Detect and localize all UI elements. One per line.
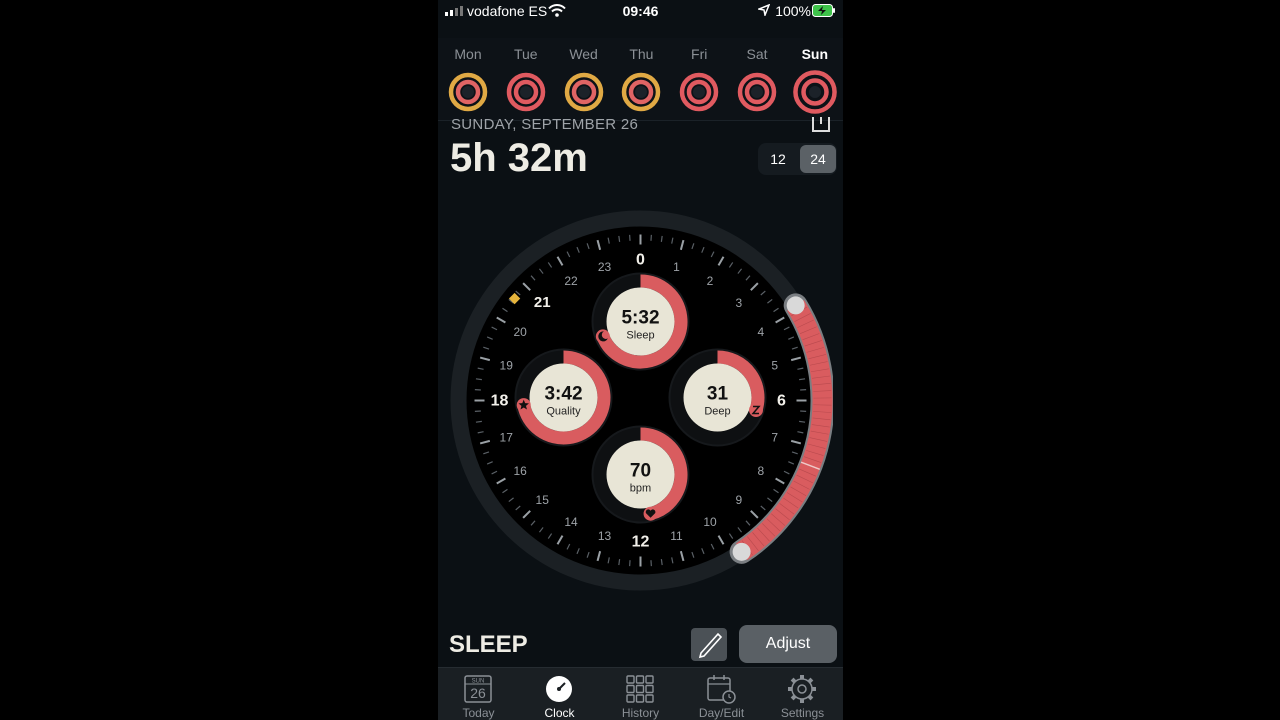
- sleep-stat[interactable]: 5:32Sleep: [591, 272, 690, 371]
- format-24h-option[interactable]: 24: [800, 145, 836, 173]
- day-fri[interactable]: Fri: [674, 46, 724, 115]
- day-label: Wed: [569, 46, 598, 62]
- hour-label: 6: [777, 393, 786, 410]
- day-mon[interactable]: Mon: [443, 46, 493, 115]
- day-label: Fri: [691, 46, 708, 62]
- section-title: SLEEP: [449, 631, 528, 658]
- quality-label: Quality: [546, 406, 581, 418]
- hour-label: 12: [632, 534, 650, 551]
- tab-day-edit[interactable]: Day/Edit: [681, 668, 762, 720]
- hour-label: 18: [491, 393, 509, 410]
- tab-bar: SUN 26 Today Clock History Day/Edit Sett…: [438, 667, 843, 720]
- today-badge-number: 26: [470, 685, 486, 701]
- day-rings: [448, 72, 488, 112]
- hour-label: 22: [564, 274, 578, 288]
- hour-label: 23: [598, 260, 612, 274]
- hour-label: 9: [735, 493, 742, 507]
- pencil-icon: [698, 632, 723, 659]
- hour-label: 19: [500, 359, 514, 373]
- today-badge-day: SUN: [472, 679, 485, 685]
- day-sun[interactable]: Sun: [790, 46, 840, 115]
- hour-label: 13: [598, 529, 612, 543]
- sleep-label: Sleep: [626, 330, 654, 342]
- calendar-edit-icon: [707, 675, 736, 704]
- moon-icon: [595, 329, 610, 344]
- edit-button[interactable]: [691, 628, 727, 661]
- tab-label: History: [621, 706, 660, 720]
- tab-label: Today: [462, 706, 495, 720]
- hour-label: 3: [735, 296, 742, 310]
- grid-icon: [626, 675, 654, 703]
- format-12h-option[interactable]: 12: [760, 145, 796, 173]
- deep-stat[interactable]: 31Deep: [668, 348, 767, 447]
- week-strip: Mon Tue Wed Thu Fri Sat Sun: [438, 38, 843, 121]
- sleep-value: 5:32: [621, 308, 659, 329]
- share-icon[interactable]: [811, 115, 831, 133]
- hour-label: 20: [513, 325, 527, 339]
- day-tue[interactable]: Tue: [501, 46, 551, 115]
- hour-label: 2: [707, 274, 714, 288]
- day-label: Sat: [746, 46, 768, 62]
- deep-value: 31: [707, 384, 729, 405]
- tab-today[interactable]: SUN 26 Today: [438, 668, 519, 720]
- hour-label: 5: [771, 359, 778, 373]
- selected-date: SUNDAY, SEPTEMBER 26: [451, 116, 639, 133]
- deep-label: Deep: [704, 406, 730, 418]
- tab-label: Day/Edit: [698, 706, 745, 720]
- day-rings: [506, 72, 546, 112]
- day-rings: [679, 72, 719, 112]
- sleep-duration: 5h 32m: [450, 136, 588, 180]
- hour-label: 0: [636, 252, 645, 269]
- tab-label: Clock: [544, 706, 575, 720]
- hour-label: 8: [758, 464, 765, 478]
- star-icon: [516, 398, 531, 413]
- quality-value: 3:42: [544, 384, 582, 405]
- location-arrow-icon: [758, 4, 770, 16]
- hour-label: 14: [564, 515, 578, 529]
- tab-settings[interactable]: Settings: [762, 668, 843, 720]
- hour-label: 7: [771, 430, 778, 444]
- hour-label: 1: [673, 260, 680, 274]
- tab-clock[interactable]: Clock: [519, 668, 600, 720]
- day-rings: [622, 72, 661, 112]
- status-bar: vodafone ES 09:46 100%: [438, 0, 843, 22]
- day-label: Sun: [801, 46, 829, 62]
- hour-label: 11: [670, 529, 683, 543]
- clock-icon: [546, 676, 572, 702]
- heart-value: 70: [630, 461, 651, 482]
- tab-label: Settings: [780, 706, 825, 720]
- day-rings: [737, 72, 777, 112]
- adjust-button[interactable]: Adjust: [739, 625, 837, 663]
- day-rings: [564, 72, 603, 112]
- hour-label: 4: [758, 325, 765, 339]
- day-sat[interactable]: Sat: [732, 46, 782, 115]
- quality-stat[interactable]: 3:42Quality: [514, 348, 613, 447]
- time-format-toggle: 12 24: [758, 143, 837, 175]
- tab-history[interactable]: History: [600, 668, 681, 720]
- heart-stat[interactable]: 70bpm: [591, 425, 690, 524]
- hour-label: 15: [536, 493, 550, 507]
- day-thu[interactable]: Thu: [616, 46, 666, 115]
- day-label: Mon: [454, 46, 482, 62]
- heart-label: bpm: [630, 483, 651, 495]
- battery-charging-icon: [812, 4, 835, 17]
- day-wed[interactable]: Wed: [559, 46, 609, 115]
- day-label: Thu: [629, 46, 654, 62]
- day-rings: [792, 70, 837, 114]
- sleep-clock-dial[interactable]: 0 12345678910111213141516171819202122235:…: [448, 208, 833, 593]
- heart-icon: [643, 506, 658, 521]
- z-icon: [749, 403, 764, 418]
- sleep-end-handle[interactable]: [732, 542, 751, 561]
- battery-percent: 100%: [775, 3, 811, 19]
- gear-icon: [788, 675, 816, 703]
- hour-label: 17: [500, 430, 514, 444]
- day-label: Tue: [513, 46, 538, 62]
- phone-screen: vodafone ES 09:46 100% Mon Tue Wed Thu Fri Sa…: [438, 0, 843, 720]
- calendar-today-icon: SUN 26: [464, 675, 492, 703]
- hour-label: 21: [534, 294, 551, 311]
- hour-label: 16: [513, 464, 527, 478]
- sleep-start-handle[interactable]: [786, 296, 805, 315]
- hour-label: 10: [703, 515, 717, 529]
